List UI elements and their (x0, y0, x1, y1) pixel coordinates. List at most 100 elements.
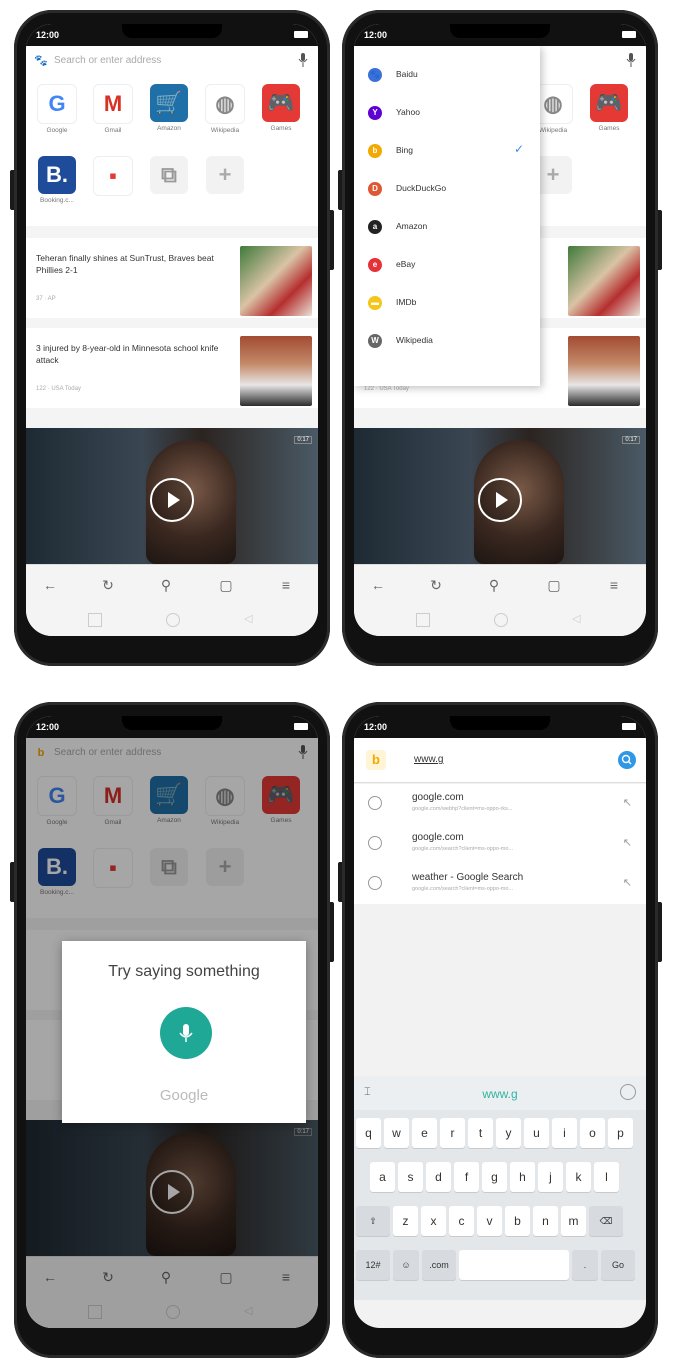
phone-engine-menu: 12:00 GGoogleMGmail🛒Amazon◍Wikipedia🎮Gam… (338, 10, 662, 666)
news-card[interactable]: Teheran finally shines at SunTrust, Brav… (26, 238, 318, 318)
url-input[interactable]: www.g (414, 754, 443, 765)
engine-item-duckduckgo[interactable]: D DuckDuckGo (354, 170, 540, 208)
speed-dial-tile[interactable]: ◍ Wikipedia (202, 84, 248, 134)
key[interactable]: ☺ (393, 1250, 419, 1280)
baidu-icon[interactable]: 🐾 (34, 54, 48, 68)
key[interactable]: c (449, 1206, 474, 1236)
engine-item-bing[interactable]: b Bing ✓ (354, 132, 540, 170)
recents-icon[interactable] (416, 613, 430, 627)
key[interactable]: s (398, 1162, 423, 1192)
key[interactable]: ⌫ (589, 1206, 623, 1236)
key[interactable]: j (538, 1162, 563, 1192)
back-nav-icon[interactable]: ◁ (244, 613, 256, 625)
key[interactable]: o (580, 1118, 605, 1148)
key[interactable]: l (594, 1162, 619, 1192)
key[interactable]: k (566, 1162, 591, 1192)
system-nav: ◁ (26, 604, 318, 636)
go-search-button[interactable] (618, 751, 636, 769)
key[interactable]: v (477, 1206, 502, 1236)
speed-dial-tile[interactable]: M Gmail (90, 84, 136, 134)
address-bar[interactable]: 🐾 Search or enter address (26, 46, 318, 77)
key[interactable]: r (440, 1118, 465, 1148)
key[interactable]: b (505, 1206, 530, 1236)
key[interactable]: d (426, 1162, 451, 1192)
key[interactable]: q (356, 1118, 381, 1148)
video-card[interactable]: 0:17 (354, 428, 646, 564)
tile-label: Games (598, 125, 620, 132)
voice-dialog: Try saying something Google (62, 941, 306, 1123)
keyboard-row: qwertyuiop (354, 1114, 646, 1152)
speed-dial-tile[interactable]: G Google (34, 84, 80, 134)
speed-dial-tile[interactable]: ⧉ (146, 156, 192, 197)
key[interactable]: i (552, 1118, 577, 1148)
engine-logo-icon: 🐾 (368, 68, 382, 82)
key[interactable]: n (533, 1206, 558, 1236)
engine-item-ebay[interactable]: e eBay (354, 246, 540, 284)
refresh-icon[interactable]: ↻ (426, 575, 446, 595)
key[interactable]: . (572, 1250, 598, 1280)
tabs-icon[interactable]: ▢ (216, 575, 236, 595)
tile-icon: G (37, 84, 77, 124)
mic-icon (179, 1024, 193, 1042)
fill-arrow-icon[interactable]: ↖ (623, 796, 632, 809)
back-nav-icon[interactable]: ◁ (572, 613, 584, 625)
bing-icon[interactable]: b (366, 750, 386, 770)
key[interactable]: m (561, 1206, 586, 1236)
key[interactable]: z (393, 1206, 418, 1236)
news-title: 3 injured by 8-year-old in Minnesota sch… (36, 343, 219, 365)
emoji-icon[interactable] (620, 1084, 636, 1100)
engine-item-wikipedia[interactable]: W Wikipedia (354, 322, 540, 360)
key[interactable]: g (482, 1162, 507, 1192)
key[interactable]: u (524, 1118, 549, 1148)
key[interactable]: w (384, 1118, 409, 1148)
refresh-icon[interactable]: ↻ (98, 575, 118, 595)
key[interactable]: Go (601, 1250, 635, 1280)
news-card[interactable]: 3 injured by 8-year-old in Minnesota sch… (26, 328, 318, 408)
key[interactable]: y (496, 1118, 521, 1148)
recents-icon[interactable] (88, 613, 102, 627)
suggestion-title: google.com (412, 832, 464, 843)
engine-item-yahoo[interactable]: Y Yahoo (354, 94, 540, 132)
play-button[interactable] (150, 478, 194, 522)
mic-icon[interactable] (626, 52, 636, 68)
speed-dial-tile[interactable]: + (202, 156, 248, 197)
play-button[interactable] (478, 478, 522, 522)
search-icon[interactable]: ⚲ (484, 575, 504, 595)
key[interactable]: h (510, 1162, 535, 1192)
key[interactable]: p (608, 1118, 633, 1148)
speed-dial-tile[interactable]: 🎮 Games (258, 84, 304, 132)
menu-icon[interactable]: ≡ (276, 575, 296, 595)
video-card[interactable]: 0:17 (26, 428, 318, 564)
menu-icon[interactable]: ≡ (604, 575, 624, 595)
search-icon[interactable]: ⚲ (156, 575, 176, 595)
key[interactable]: f (454, 1162, 479, 1192)
engine-item-amazon[interactable]: a Amazon (354, 208, 540, 246)
home-icon[interactable] (166, 613, 180, 627)
suggestion-row[interactable]: google.com google.com/search?client=ms-op… (354, 824, 646, 864)
suggestion-row[interactable]: google.com google.com/webhp?client=ms-opp… (354, 784, 646, 824)
key[interactable]: .com (422, 1250, 456, 1280)
key[interactable]: e (412, 1118, 437, 1148)
key[interactable]: t (468, 1118, 493, 1148)
tabs-icon[interactable]: ▢ (544, 575, 564, 595)
engine-item-imdb[interactable]: ▬ IMDb (354, 284, 540, 322)
keyboard-prediction[interactable]: www.g (354, 1087, 646, 1101)
fill-arrow-icon[interactable]: ↖ (623, 876, 632, 889)
back-icon[interactable]: ← (40, 575, 60, 595)
speed-dial-tile[interactable]: B. Booking.c... (34, 156, 80, 204)
key[interactable]: 12# (356, 1250, 390, 1280)
mic-icon[interactable] (298, 52, 308, 68)
space-key[interactable] (459, 1250, 569, 1280)
back-icon[interactable]: ← (368, 575, 388, 595)
fill-arrow-icon[interactable]: ↖ (623, 836, 632, 849)
key[interactable]: x (421, 1206, 446, 1236)
speed-dial-tile[interactable]: ▪ (90, 156, 136, 199)
speed-dial-tile[interactable]: 🎮 Games (586, 84, 632, 132)
key[interactable]: ⇧ (356, 1206, 390, 1236)
key[interactable]: a (370, 1162, 395, 1192)
suggestion-row[interactable]: weather - Google Search google.com/search… (354, 864, 646, 904)
home-icon[interactable] (494, 613, 508, 627)
voice-mic-button[interactable] (160, 1007, 212, 1059)
speed-dial-tile[interactable]: 🛒 Amazon (146, 84, 192, 132)
engine-item-baidu[interactable]: 🐾 Baidu (354, 56, 540, 94)
